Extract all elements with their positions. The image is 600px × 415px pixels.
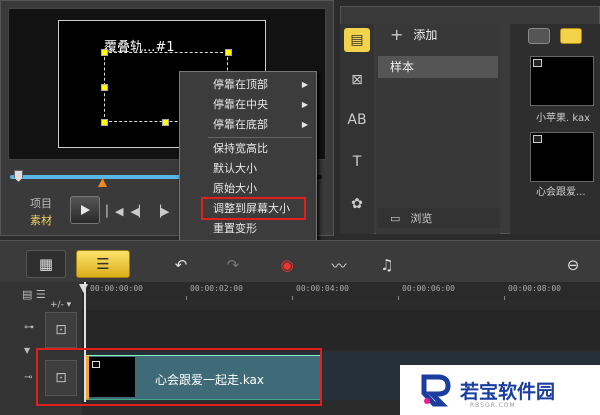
next-frame-icon[interactable]: ▕▶: [152, 202, 170, 220]
submenu-arrow-icon: ▶: [301, 120, 308, 129]
library-item-sample[interactable]: 样本: [378, 56, 498, 78]
timecode-label: 00:00:04:00: [296, 284, 349, 293]
plus-icon: +: [390, 24, 404, 44]
record-icon: ◉: [280, 256, 294, 274]
timecode-label: 00:00:06:00: [402, 284, 455, 293]
menu-separator: [208, 137, 312, 138]
mode-project[interactable]: 项目: [30, 195, 52, 212]
ruler-tick: [186, 296, 187, 300]
menu-item-reset-transform[interactable]: 重置变形: [180, 219, 316, 239]
thumbnail-label: 心会跟爱...: [536, 187, 586, 198]
watermark-subtext: RBSOR.COM: [470, 402, 516, 409]
menu-item-original-size[interactable]: 原始大小: [180, 179, 316, 199]
browse-button[interactable]: ▭ 浏览: [378, 208, 500, 228]
ruler-tick: [504, 296, 505, 300]
transition-tab-icon[interactable]: ⊠: [344, 68, 370, 92]
video-track[interactable]: [82, 310, 600, 350]
timecode-label: 00:00:08:00: [508, 284, 561, 293]
thumbnail-label: 小苹果. kax: [536, 113, 591, 124]
add-button[interactable]: + 添加: [390, 24, 438, 44]
menu-item-keep-aspect[interactable]: 保持宽高比: [180, 139, 316, 159]
annotation-highlight-box: [36, 348, 322, 406]
play-icon: [81, 205, 90, 215]
browse-label: 浏览: [410, 212, 433, 225]
menu-item-dock-bottom[interactable]: 停靠在底部 ▶: [180, 115, 316, 135]
audio-mixer-button[interactable]: 〰: [324, 252, 354, 278]
resize-handle[interactable]: [225, 49, 232, 56]
auto-music-button[interactable]: ♫: [372, 252, 402, 278]
video-icon: [533, 59, 542, 67]
expand-icon[interactable]: ▼: [24, 346, 30, 355]
watermark-text: 若宝软件园: [460, 380, 556, 403]
resize-handle[interactable]: [162, 119, 169, 126]
lock-icon[interactable]: ⊸: [24, 372, 32, 383]
track-manager-icon[interactable]: ▤ ☰: [22, 288, 46, 301]
video-track-icon[interactable]: ⊡: [45, 312, 77, 348]
zoom-control[interactable]: +/- ▾: [50, 300, 71, 310]
timeline-icon: ☰: [96, 255, 110, 273]
watermark-logo: [418, 373, 452, 407]
play-button[interactable]: [70, 196, 100, 224]
add-label: 添加: [413, 27, 438, 42]
folder-view-icon[interactable]: [528, 28, 550, 44]
graphics-tab-icon[interactable]: ✿: [344, 192, 370, 216]
library-tabs: ▤ ⊠ AB T ✿: [340, 24, 374, 234]
timecode-label: 00:00:02:00: [190, 284, 243, 293]
video-filter-icon[interactable]: [560, 28, 582, 44]
slider-fill: [10, 175, 191, 179]
media-thumbnail[interactable]: [530, 56, 594, 106]
slider-thumb[interactable]: [14, 170, 23, 182]
ruler-tick: [398, 296, 399, 300]
music-icon: ♫: [380, 256, 394, 274]
record-button[interactable]: ◉: [272, 252, 302, 278]
trim-marker[interactable]: [98, 178, 107, 187]
home-icon[interactable]: ▏◀: [106, 202, 124, 220]
filter-tab-icon[interactable]: AB: [344, 108, 370, 132]
timeline-view-button[interactable]: ☰: [76, 250, 130, 278]
submenu-arrow-icon: ▶: [301, 80, 308, 89]
undo-button[interactable]: ↶: [166, 252, 196, 278]
zoom-out-button[interactable]: ⊖: [558, 252, 588, 278]
prev-frame-icon[interactable]: ◀▏: [130, 202, 148, 220]
ruler-tick: [292, 296, 293, 300]
redo-icon: ↷: [226, 256, 240, 274]
zoom-out-icon: ⊖: [566, 256, 580, 274]
resize-handle[interactable]: [101, 49, 108, 56]
timecode-label: 00:00:00:00: [90, 284, 143, 293]
media-thumbnail[interactable]: [530, 132, 594, 182]
title-tab-icon[interactable]: T: [344, 150, 370, 174]
mode-clip[interactable]: 素材: [30, 212, 52, 229]
media-tab-icon[interactable]: ▤: [344, 28, 370, 52]
waveform-icon: 〰: [331, 256, 347, 275]
resize-handle[interactable]: [101, 119, 108, 126]
submenu-arrow-icon: ▶: [301, 100, 308, 109]
menu-item-dock-center[interactable]: 停靠在中央 ▶: [180, 95, 316, 115]
menu-item-dock-top[interactable]: 停靠在顶部 ▶: [180, 75, 316, 95]
library-view-buttons: [510, 26, 582, 46]
undo-icon: ↶: [174, 256, 188, 274]
video-icon: [533, 135, 542, 143]
folder-icon: ▭: [390, 211, 401, 225]
film-icon: ▦: [38, 255, 54, 273]
resize-handle[interactable]: [101, 84, 108, 91]
annotation-highlight-box: [201, 197, 306, 220]
menu-item-default-size[interactable]: 默认大小: [180, 159, 316, 179]
storyboard-view-button[interactable]: ▦: [26, 250, 66, 278]
mode-labels: 项目 素材: [30, 195, 52, 229]
link-icon[interactable]: ⊶: [24, 322, 34, 333]
redo-button[interactable]: ↷: [218, 252, 248, 278]
